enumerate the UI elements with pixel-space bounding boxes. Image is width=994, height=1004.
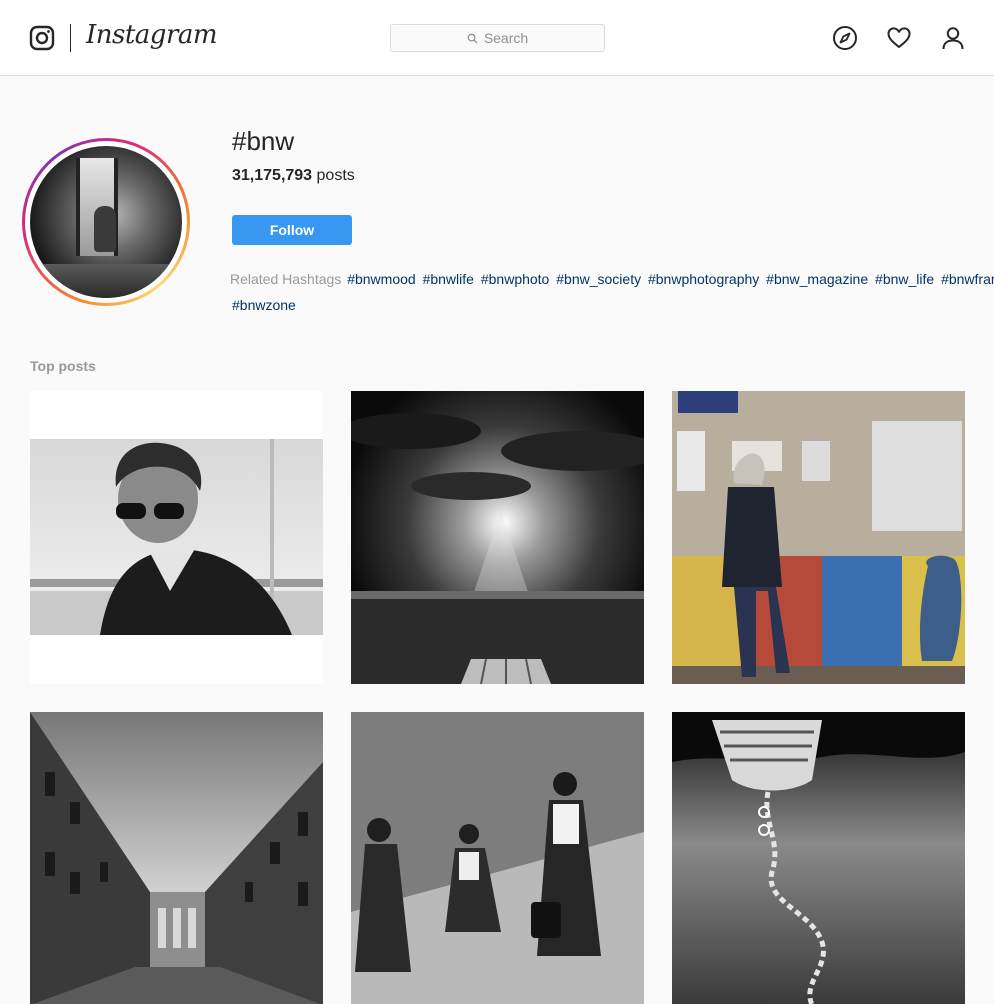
related-tag-link[interactable]: #bnwmood	[347, 271, 416, 287]
post-thumbnail-courtyard[interactable]	[30, 712, 323, 1004]
top-posts-heading: Top posts	[30, 358, 96, 374]
compass-icon[interactable]	[832, 25, 858, 51]
instagram-glyph-icon[interactable]	[29, 25, 55, 51]
related-tag-link[interactable]: #bnwlife	[423, 271, 474, 287]
post-count: 31,175,793 posts	[232, 167, 355, 185]
avatar-bed	[30, 264, 182, 298]
top-navigation-bar: Instagram Search	[0, 0, 994, 76]
related-tag-link[interactable]: #bnw_magazine	[766, 271, 868, 287]
heart-icon[interactable]	[886, 25, 912, 51]
profile-icon[interactable]	[940, 25, 966, 51]
search-placeholder: Search	[483, 30, 529, 46]
post-thumbnail-poster-wall[interactable]	[672, 391, 965, 684]
related-tag-link[interactable]: #bnwframing	[941, 271, 994, 287]
related-hashtags: Related Hashtags #bnwmood #bnwlife #bnwp…	[230, 266, 994, 318]
related-tag-link[interactable]: #bnw_society	[556, 271, 641, 287]
post-thumbnail-sunburst[interactable]	[351, 391, 644, 684]
avatar-figure	[94, 206, 116, 252]
related-hashtags-row-2: #bnwzone	[232, 292, 994, 318]
follow-button[interactable]: Follow	[232, 215, 352, 245]
search-icon	[467, 33, 478, 44]
instagram-wordmark[interactable]: Instagram	[86, 20, 218, 50]
related-tag-link[interactable]: #bnw_life	[875, 271, 934, 287]
related-tag-link[interactable]: #bnwzone	[232, 297, 296, 313]
hashtag-avatar[interactable]	[22, 138, 190, 306]
related-tag-link[interactable]: #bnwphoto	[481, 271, 550, 287]
related-tag-link[interactable]: #bnwphotography	[648, 271, 759, 287]
post-thumbnail-schoolgirls[interactable]	[351, 712, 644, 1004]
post-thumbnail-portrait[interactable]	[30, 391, 323, 684]
avatar-frame	[25, 141, 187, 303]
search-input[interactable]: Search	[390, 24, 605, 52]
post-count-suffix: posts	[312, 167, 355, 184]
avatar-image	[30, 146, 182, 298]
post-thumbnail-boat[interactable]	[672, 712, 965, 1004]
logo-divider	[70, 24, 71, 52]
hashtag-title: #bnw	[232, 126, 295, 156]
related-hashtags-label: Related Hashtags	[230, 271, 342, 287]
post-count-value: 31,175,793	[232, 167, 313, 184]
